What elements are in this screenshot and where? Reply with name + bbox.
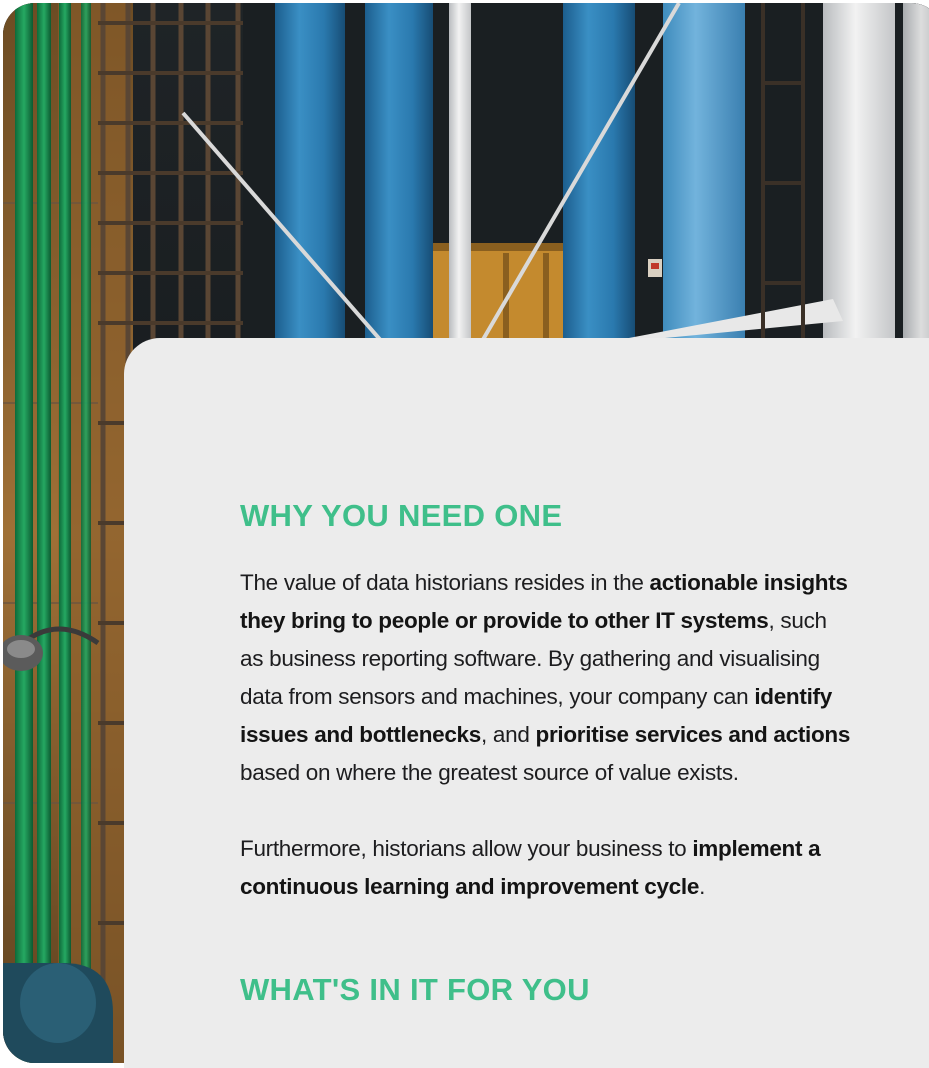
bold-text-run: actionable insights — [649, 570, 848, 595]
bold-text-run: implement a — [692, 836, 821, 861]
paragraph-line: continuous learning and improvement cycl… — [240, 874, 705, 899]
text-run: data from sensors and machines, your com… — [240, 684, 755, 709]
content-card: WHY YOU NEED ONE The value of data histo… — [124, 338, 929, 1068]
paragraph-line: as business reporting software. By gathe… — [240, 646, 820, 671]
text-run: , such — [768, 608, 828, 633]
paragraph-line: issues and bottlenecks, and prioritise s… — [240, 722, 850, 747]
text-run: Furthermore, historians allow your busin… — [240, 836, 693, 861]
section-paragraph-furthermore: Furthermore, historians allow your busin… — [240, 830, 929, 906]
paragraph-line: data from sensors and machines, your com… — [240, 684, 832, 709]
page-frame: WHY YOU NEED ONE The value of data histo… — [0, 0, 929, 1068]
section-heading-whats-in-it-for-you: WHAT'S IN IT FOR YOU — [240, 972, 590, 1007]
bold-text-run: continuous learning and improvement cycl… — [240, 874, 700, 899]
paragraph-line: The value of data historians resides in … — [240, 570, 848, 595]
bold-text-run: prioritise services and actions — [535, 722, 851, 747]
paragraph-line: Furthermore, historians allow your busin… — [240, 836, 821, 861]
bold-text-run: they bring to people or provide to other… — [240, 608, 769, 633]
bold-text-run: issues and bottlenecks — [240, 722, 481, 747]
text-run: based on where the greatest source of va… — [240, 760, 739, 785]
section-paragraph-value: The value of data historians resides in … — [240, 564, 929, 792]
text-run: , and — [481, 722, 536, 747]
bold-text-run: identify — [754, 684, 832, 709]
text-run: as business reporting software. By gathe… — [240, 646, 820, 671]
text-run: The value of data historians resides in … — [240, 570, 650, 595]
text-run: . — [699, 874, 706, 899]
paragraph-line: they bring to people or provide to other… — [240, 608, 827, 633]
paragraph-line: based on where the greatest source of va… — [240, 760, 739, 785]
section-heading-why-you-need-one: WHY YOU NEED ONE — [240, 498, 563, 533]
